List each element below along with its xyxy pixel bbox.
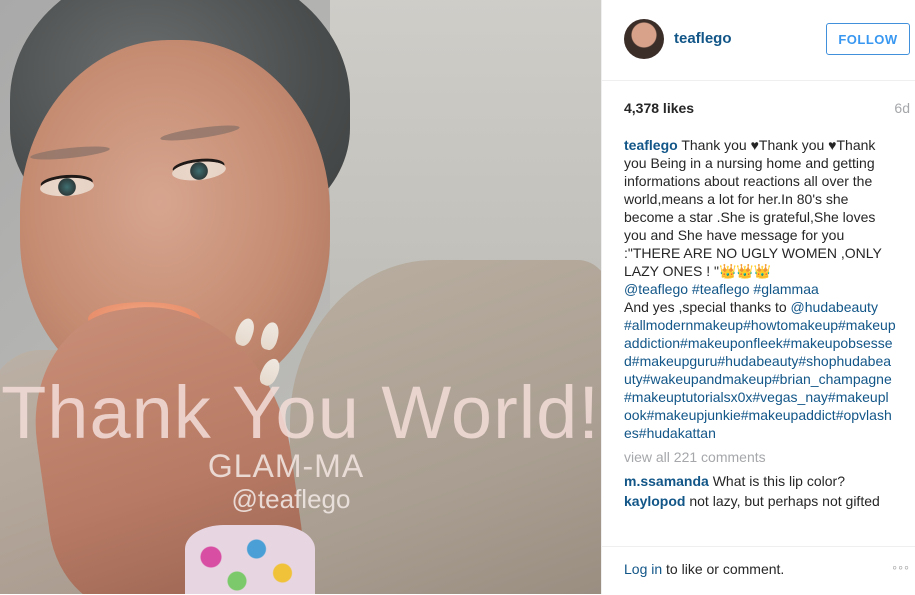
post-age[interactable]: 6d [894, 100, 910, 116]
caption-text: Thank you ♥Thank you ♥Thank you Being in… [624, 137, 882, 279]
follow-button[interactable]: FOLLOW [826, 23, 910, 55]
photo-blouse [185, 525, 315, 594]
likes-count[interactable]: 4,378 likes [624, 100, 694, 116]
caption-thanks: And yes ,special thanks to [624, 299, 791, 315]
overlay-handle: @teaflego [231, 484, 351, 514]
comment-username[interactable]: kaylopod [624, 493, 685, 509]
more-options-icon[interactable]: ◦◦◦ [892, 559, 910, 575]
login-prompt-text: to like or comment. [662, 561, 785, 577]
header-username[interactable]: teaflego [674, 30, 732, 47]
comments-list[interactable]: teaflego Thank you ♥Thank you ♥Thank you… [624, 136, 896, 534]
caption-tags[interactable]: @teaflego #teaflego #glammaa [624, 281, 819, 297]
avatar[interactable] [624, 19, 664, 59]
post-photo[interactable]: Thank You World! GLAM-MA @teaflego [0, 0, 601, 594]
overlay-subtitle: GLAM-MA [207, 448, 365, 484]
overlay-title: Thank You World! [1, 371, 600, 454]
comment-text: What is this lip color? [712, 473, 845, 489]
login-prompt: Log in to like or comment. [624, 561, 784, 577]
comment-item: m.ssamanda What is this lip color? [624, 472, 896, 490]
post-footer: Log in to like or comment. ◦◦◦ [602, 546, 915, 595]
comment-text: not lazy, but perhaps not gifted [689, 493, 880, 509]
comment-username[interactable]: m.ssamanda [624, 473, 709, 489]
caption-hashtags[interactable]: @hudabeauty #allmodernmakeup#howtomakeup… [624, 299, 896, 441]
login-link[interactable]: Log in [624, 561, 662, 577]
post-header: teaflego FOLLOW [602, 0, 915, 81]
caption-username[interactable]: teaflego [624, 137, 678, 153]
post-side-panel: teaflego FOLLOW 4,378 likes 6d teaflego … [601, 0, 915, 594]
post-caption: teaflego Thank you ♥Thank you ♥Thank you… [624, 136, 896, 442]
likes-row: 4,378 likes 6d [624, 100, 912, 120]
view-all-comments-link[interactable]: view all 221 comments [624, 448, 896, 466]
comment-item: kaylopod not lazy, but perhaps not gifte… [624, 492, 896, 510]
